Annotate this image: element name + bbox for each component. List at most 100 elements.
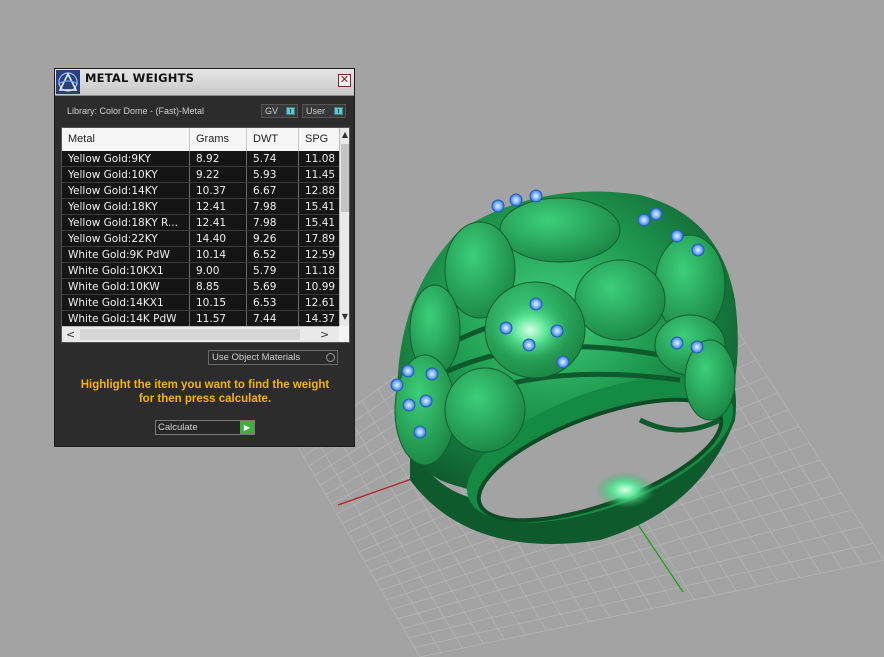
close-icon[interactable]: ✕	[338, 74, 351, 87]
instructions-line-1: Highlight the item you want to find the …	[80, 379, 330, 391]
table-row[interactable]: Yellow Gold:9KY 8.92 5.74 11.08	[62, 151, 339, 167]
scroll-right-icon[interactable]: >	[320, 328, 329, 341]
cell-spg: 10.99	[305, 281, 336, 293]
gemstone	[556, 355, 570, 369]
gemstone	[499, 321, 513, 335]
table-row[interactable]: White Gold:14KX1 10.15 6.53 12.61	[62, 295, 339, 311]
cell-dwt: 6.67	[247, 183, 299, 199]
cell-metal: White Gold:14KX1	[62, 295, 190, 311]
gemstone	[402, 398, 416, 412]
cell-grams: 12.41	[190, 199, 247, 215]
gemstone	[390, 378, 404, 392]
scrollbar-thumb[interactable]	[341, 144, 349, 212]
column-header-spg[interactable]: SPG	[299, 128, 339, 151]
cell-metal: Yellow Gold:10KY	[62, 167, 190, 183]
user-toggle[interactable]: User	[302, 104, 346, 118]
cell-dwt: 6.53	[247, 295, 299, 311]
instructions-line-2: for then press calculate.	[138, 393, 272, 405]
cell-spg: 11.45	[305, 169, 336, 181]
play-arrow-icon: ▶	[240, 421, 254, 434]
gv-toggle[interactable]: GV	[261, 104, 298, 118]
user-toggle-label: User	[306, 106, 326, 116]
gv-toggle-label: GV	[265, 106, 279, 116]
cell-spg: 17.89	[305, 233, 336, 245]
metal-weights-table[interactable]: Metal Grams DWT SPG Yellow Gold:9KY 8.92 5…	[61, 127, 350, 343]
table-header: Metal Grams DWT SPG	[62, 128, 339, 151]
cell-spg: 12.59	[305, 249, 336, 261]
gemstone	[670, 229, 684, 243]
table-row[interactable]: White Gold:10KW 8.85 5.69 10.99	[62, 279, 339, 295]
scrollbar-thumb[interactable]	[80, 329, 300, 340]
gemstone	[690, 340, 704, 354]
panel-titlebar[interactable]: METAL WEIGHTS ✕	[55, 69, 354, 96]
scroll-left-icon[interactable]: <	[66, 328, 75, 341]
gemstone	[413, 425, 427, 439]
cell-grams: 10.15	[190, 295, 247, 311]
gemstone	[522, 338, 536, 352]
ring-model[interactable]	[390, 189, 751, 552]
table-row[interactable]: White Gold:9K PdW 10.14 6.52 12.59	[62, 247, 339, 263]
cell-spg: 15.41	[305, 201, 336, 213]
cell-grams: 9.00	[190, 263, 247, 279]
cell-grams: 8.92	[190, 151, 247, 167]
cell-dwt: 7.44	[247, 311, 299, 326]
gemstone	[529, 189, 543, 203]
gemstone	[649, 207, 663, 221]
cell-metal: White Gold:14K PdW	[62, 311, 190, 326]
horizontal-scrollbar[interactable]: < >	[62, 326, 339, 342]
cell-dwt: 5.74	[247, 151, 299, 167]
gemstone	[491, 199, 505, 213]
cell-grams: 10.14	[190, 247, 247, 263]
table-row[interactable]: Yellow Gold:18KY 12.41 7.98 15.41	[62, 199, 339, 215]
panel-title: METAL WEIGHTS	[85, 71, 195, 85]
gemstone	[691, 243, 705, 257]
cell-metal: Yellow Gold:9KY	[62, 151, 190, 167]
table-row[interactable]: Yellow Gold:10KY 9.22 5.93 11.45	[62, 167, 339, 183]
column-header-grams[interactable]: Grams	[190, 128, 247, 151]
instructions-text: Highlight the item you want to find the …	[63, 378, 347, 406]
gemstone	[670, 336, 684, 350]
cell-spg: 11.18	[305, 265, 336, 277]
cell-dwt: 9.26	[247, 231, 299, 247]
toggle-indicator-icon	[286, 107, 295, 115]
gemstone	[425, 367, 439, 381]
calculate-label: Calculate	[158, 422, 198, 433]
cell-spg: 12.88	[305, 185, 336, 197]
column-header-dwt[interactable]: DWT	[247, 128, 299, 151]
cell-metal: Yellow Gold:18KY R...	[62, 215, 190, 231]
table-row[interactable]: Yellow Gold:22KY 14.40 9.26 17.89	[62, 231, 339, 247]
calculate-button[interactable]: Calculate ▶	[155, 420, 255, 435]
library-label: Library: Color Dome - (Fast)-Metal	[67, 106, 205, 116]
table-row[interactable]: White Gold:14K PdW 11.57 7.44 14.37	[62, 311, 339, 326]
cell-dwt: 5.69	[247, 279, 299, 295]
cell-dwt: 6.52	[247, 247, 299, 263]
cell-grams: 9.22	[190, 167, 247, 183]
cell-grams: 14.40	[190, 231, 247, 247]
cell-dwt: 7.98	[247, 199, 299, 215]
cell-metal: White Gold:9K PdW	[62, 247, 190, 263]
vertical-scrollbar[interactable]: ▲ ▼	[339, 128, 349, 326]
cell-dwt: 5.93	[247, 167, 299, 183]
cell-metal: Yellow Gold:14KY	[62, 183, 190, 199]
column-header-metal[interactable]: Metal	[62, 128, 190, 151]
gemstone	[529, 297, 543, 311]
gemstone	[550, 324, 564, 338]
use-object-materials-option[interactable]: Use Object Materials	[208, 350, 338, 365]
table-row[interactable]: Yellow Gold:18KY R... 12.41 7.98 15.41	[62, 215, 339, 231]
metal-weights-panel: METAL WEIGHTS ✕ Library: Color Dome - (F…	[54, 68, 355, 447]
scroll-corner	[339, 326, 349, 342]
table-row[interactable]: White Gold:10KX1 9.00 5.79 11.18	[62, 263, 339, 279]
cell-grams: 10.37	[190, 183, 247, 199]
scroll-up-icon[interactable]: ▲	[340, 128, 349, 142]
cell-grams: 8.85	[190, 279, 247, 295]
cell-spg: 15.41	[305, 217, 336, 229]
gemstone	[637, 213, 651, 227]
cell-grams: 11.57	[190, 311, 247, 326]
scroll-down-icon[interactable]: ▼	[340, 310, 349, 324]
cell-dwt: 7.98	[247, 215, 299, 231]
gemstone	[509, 193, 523, 207]
table-row[interactable]: Yellow Gold:14KY 10.37 6.67 12.88	[62, 183, 339, 199]
cell-spg: 12.61	[305, 297, 336, 309]
cell-spg: 11.08	[305, 153, 336, 165]
radio-icon[interactable]	[326, 353, 335, 362]
